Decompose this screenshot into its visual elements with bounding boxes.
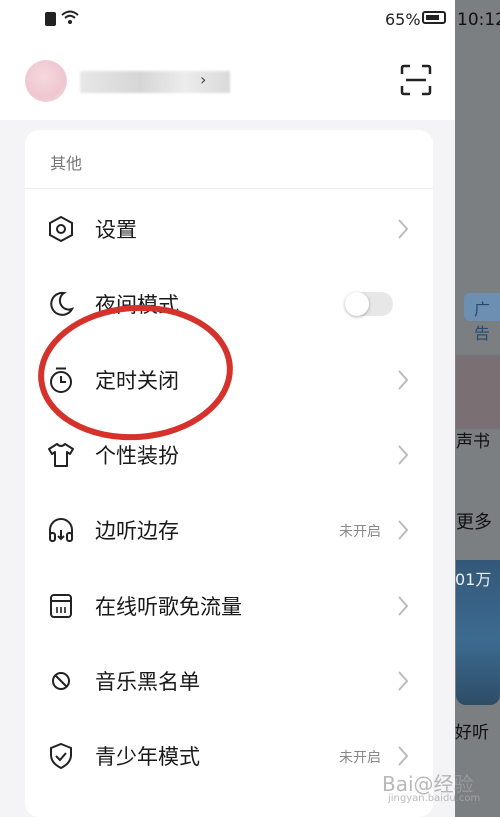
shield-check-icon (50, 742, 72, 770)
menu-item-label: 边听边存 (95, 519, 179, 543)
battery-icon (422, 11, 446, 24)
moon-icon (50, 291, 75, 316)
username[interactable] (80, 71, 230, 93)
menu-item-listen-save[interactable]: 边听边存 未开启 (25, 502, 433, 558)
avatar[interactable] (25, 60, 67, 102)
chevron-right-icon (398, 746, 409, 766)
chevron-right-icon (398, 219, 409, 239)
menu-item-label: 定时关闭 (95, 369, 179, 393)
menu-item-settings[interactable]: 设置 (25, 201, 433, 257)
profile-header[interactable]: › (0, 40, 455, 120)
chevron-right-icon[interactable]: › (200, 70, 206, 89)
night-mode-toggle[interactable] (345, 292, 393, 316)
status-bar: 65% (0, 0, 455, 40)
ad-badge: 广告 (464, 293, 500, 343)
menu-item-label: 夜间模式 (95, 293, 179, 317)
chevron-right-icon (398, 445, 409, 465)
more-link[interactable]: 更多 (456, 508, 492, 534)
toggle-knob (345, 292, 369, 316)
section-title: 其他 (50, 154, 83, 173)
menu-item-night-mode[interactable]: 夜间模式 (25, 276, 433, 332)
sim-icon (45, 12, 56, 26)
wifi-icon (61, 10, 79, 24)
timer-icon (50, 367, 72, 393)
other-settings-card: 其他 设置 夜间模式 定时关闭 个性装扮 边听边存 未开启 在线听歌免流量 音乐… (25, 130, 433, 817)
menu-item-blacklist[interactable]: 音乐黑名单 (25, 653, 433, 709)
divider (25, 188, 433, 189)
chevron-right-icon (398, 520, 409, 540)
hexagon-settings-icon (49, 215, 73, 243)
menu-item-label: 音乐黑名单 (95, 670, 200, 694)
playlist-title: 好听 (455, 723, 489, 743)
scan-button[interactable] (398, 62, 434, 98)
status-text: 未开启 (339, 524, 381, 540)
sim-card-icon (50, 594, 72, 618)
chevron-right-icon (398, 370, 409, 390)
audiobook-card[interactable] (456, 355, 500, 429)
block-icon (52, 672, 70, 690)
shirt-icon (48, 443, 74, 467)
menu-item-sleep-timer[interactable]: 定时关闭 (25, 352, 433, 408)
status-time: 10:12 (457, 10, 500, 30)
menu-item-label: 在线听歌免流量 (95, 595, 242, 619)
chevron-right-icon (398, 671, 409, 691)
audiobook-label: 声书 (456, 432, 490, 452)
menu-item-label: 青少年模式 (95, 745, 200, 769)
menu-item-free-data[interactable]: 在线听歌免流量 (25, 578, 433, 634)
side-drawer: 65% › 其他 设置 夜间模式 定时关闭 个性装扮 边听边存 未开启 在线听歌… (0, 0, 455, 817)
chevron-right-icon (398, 596, 409, 616)
headphones-icon (49, 518, 73, 542)
menu-item-theme[interactable]: 个性装扮 (25, 427, 433, 483)
menu-item-teen-mode[interactable]: 青少年模式 未开启 (25, 728, 433, 784)
battery-percent: 65% (385, 10, 421, 29)
playlist-play-count: 01万 (455, 570, 492, 589)
menu-item-label: 个性装扮 (95, 444, 179, 468)
menu-item-label: 设置 (95, 218, 137, 242)
watermark-url: jingyan.baidu.com (388, 793, 481, 804)
status-text: 未开启 (339, 750, 381, 766)
